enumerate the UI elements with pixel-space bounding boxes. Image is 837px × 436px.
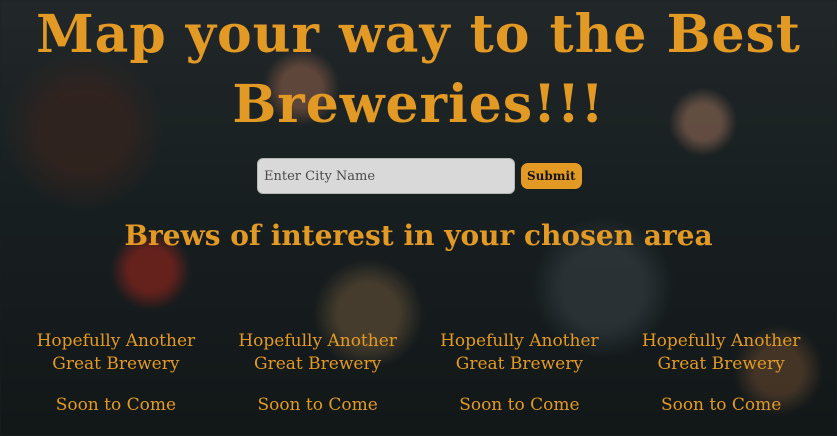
brewery-name: Hopefully Another Great Brewery	[641, 331, 801, 374]
brewery-status: Soon to Come	[660, 395, 782, 415]
brewery-card: Hopefully Another Great Brewery Soon to …	[620, 330, 822, 417]
brewery-name: Hopefully Another Great Brewery	[238, 331, 397, 374]
brewery-card-list: Hopefully Another Great Brewery Soon to …	[15, 330, 822, 417]
brewery-status: Soon to Come	[55, 395, 177, 415]
city-search-form: Submit	[257, 158, 582, 194]
brewery-name: Hopefully Another Great Brewery	[440, 331, 599, 374]
brewery-card: Hopefully Another Great Brewery Soon to …	[419, 330, 621, 417]
page-content: Map your way to the Best Breweries!!! Su…	[0, 0, 837, 436]
brewery-status: Soon to Come	[459, 395, 580, 415]
brewery-card: Hopefully Another Great Brewery Soon to …	[15, 330, 217, 417]
page-title: Map your way to the Best Breweries!!!	[36, 4, 801, 135]
brewery-name: Hopefully Another Great Brewery	[36, 331, 196, 374]
brewery-card: Hopefully Another Great Brewery Soon to …	[217, 330, 419, 417]
results-heading: Brews of interest in your chosen area	[124, 219, 713, 252]
city-name-input[interactable]	[257, 158, 515, 194]
brewery-status: Soon to Come	[257, 395, 378, 415]
submit-button[interactable]: Submit	[521, 163, 582, 189]
